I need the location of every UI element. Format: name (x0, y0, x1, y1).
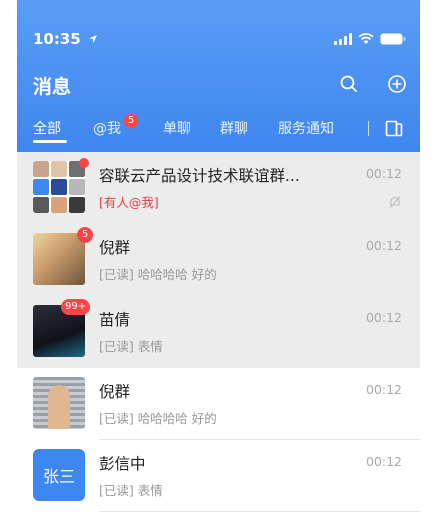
conversation-preview: [已读] 哈哈哈哈 好的 (99, 267, 217, 282)
tab-service-notice[interactable]: 服务通知 (278, 118, 334, 138)
conversation-name: 倪群 (99, 239, 131, 257)
conversation-time: 00:12 (365, 454, 402, 469)
conversation-name: 彭信中 (99, 455, 146, 473)
location-arrow-icon (88, 35, 97, 43)
conversation-name: 倪群 (99, 383, 131, 401)
page-title: 消息 (33, 76, 72, 98)
conversation-time: 00:12 (365, 382, 402, 397)
tab-divider (368, 121, 369, 136)
mentions-badge: 5 (124, 114, 138, 128)
conversation-preview: [已读] 表情 (99, 483, 163, 498)
wifi-icon (358, 33, 374, 44)
unread-badge: 99+ (61, 299, 91, 315)
status-time: 10:35 (33, 30, 98, 48)
conversation-list: 容联云产品设计技术联谊群... [有人@我] 00:12 5 倪群 [已读] 哈… (17, 152, 420, 512)
contacts-book-icon[interactable] (385, 120, 403, 137)
conversation-time: 00:12 (365, 310, 402, 325)
conversation-name: 苗倩 (99, 311, 131, 329)
user-avatar (33, 377, 85, 429)
group-avatar (33, 161, 85, 213)
conversation-time: 00:12 (365, 238, 402, 253)
conversation-row[interactable]: 5 倪群 [已读] 哈哈哈哈 好的 00:12 (17, 224, 420, 296)
tab-bar: 全部 @我 单聊 群聊 服务通知 (17, 112, 420, 142)
conversation-preview: [有人@我] (99, 195, 159, 210)
text-avatar: 张三 (33, 449, 85, 501)
tab-single-chat[interactable]: 单聊 (163, 118, 191, 138)
conversation-row[interactable]: 倪群 [已读] 哈哈哈哈 好的 00:12 (17, 368, 420, 440)
signal-icon (334, 33, 352, 45)
status-bar: 10:35 (17, 0, 420, 58)
tab-all[interactable]: 全部 (33, 118, 61, 138)
user-avatar (33, 233, 85, 285)
conversation-preview: [已读] 表情 (99, 339, 163, 354)
conversation-preview: [已读] 哈哈哈哈 好的 (99, 411, 217, 426)
conversation-row[interactable]: 张三 彭信中 [已读] 表情 00:12 (17, 440, 420, 512)
conversation-row[interactable]: 99+ 苗倩 [已读] 表情 00:12 (17, 296, 420, 368)
active-tab-indicator (33, 140, 67, 143)
conversation-time: 00:12 (365, 166, 402, 181)
unread-dot (79, 158, 89, 168)
tab-mentions[interactable]: @我 (93, 118, 121, 138)
search-icon[interactable] (339, 74, 359, 94)
conversation-row[interactable]: 容联云产品设计技术联谊群... [有人@我] 00:12 (17, 152, 420, 224)
row-divider (99, 511, 420, 512)
mute-bell-icon (389, 196, 401, 208)
unread-badge: 5 (77, 227, 93, 243)
battery-icon (380, 33, 406, 45)
tab-group-chat[interactable]: 群聊 (220, 118, 248, 138)
conversation-name: 容联云产品设计技术联谊群... (99, 167, 300, 185)
header: 10:35 消息 全部 @我 单聊 群聊 服务通知 5 (17, 0, 420, 152)
add-circle-icon[interactable] (387, 74, 407, 94)
